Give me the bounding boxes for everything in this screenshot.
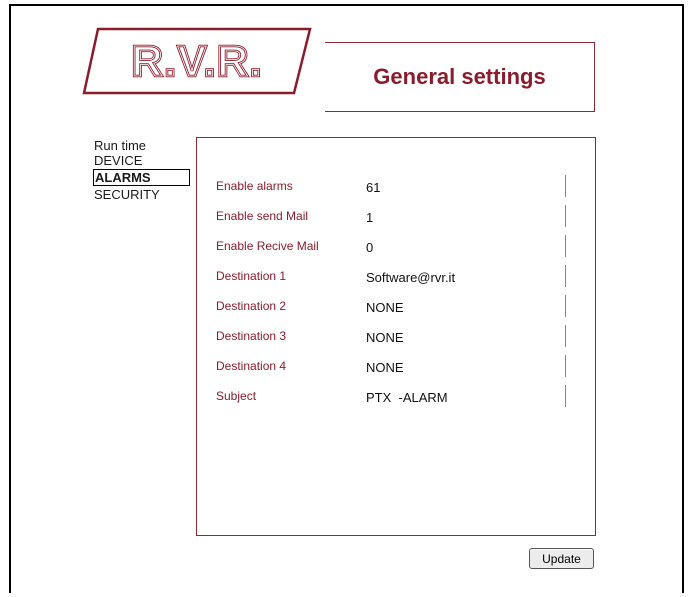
row-subject: Subject PTX -ALARM	[216, 385, 576, 407]
row-enable-receive-mail: Enable Recive Mail 0	[216, 235, 576, 257]
row-destination-1: Destination 1 Software@rvr.it	[216, 265, 576, 287]
field-separator	[565, 235, 566, 257]
field-separator	[565, 175, 566, 197]
row-destination-2: Destination 2 NONE	[216, 295, 576, 317]
field-separator	[565, 325, 566, 347]
svg-text:R.V.R.: R.V.R.	[131, 37, 263, 86]
enable-alarms-field[interactable]: 61	[366, 180, 380, 195]
field-separator	[565, 265, 566, 287]
title-box: General settings	[325, 42, 595, 112]
row-destination-4: Destination 4 NONE	[216, 355, 576, 377]
field-separator	[565, 385, 566, 407]
page-title: General settings	[373, 64, 546, 89]
destination-4-field[interactable]: NONE	[366, 360, 404, 375]
enable-send-mail-field[interactable]: 1	[366, 210, 373, 225]
field-separator	[565, 355, 566, 377]
alarm-settings-panel: Enable alarms 61 Enable send Mail 1 Enab…	[196, 137, 596, 536]
field-label: Destination 3	[216, 329, 287, 343]
field-label: Destination 2	[216, 299, 287, 313]
enable-receive-mail-field[interactable]: 0	[366, 240, 373, 255]
field-label: Enable alarms	[216, 179, 293, 193]
destination-3-field[interactable]: NONE	[366, 330, 404, 345]
rvr-logo: R.V.R. R.V.R.	[82, 27, 312, 95]
field-label: Destination 1	[216, 269, 287, 283]
update-button[interactable]: Update	[529, 548, 594, 569]
field-label: Subject	[216, 389, 257, 403]
destination-1-field[interactable]: Software@rvr.it	[366, 270, 455, 285]
field-label: Destination 4	[216, 359, 287, 373]
nav-item-device[interactable]: DEVICE	[93, 153, 193, 168]
field-separator	[565, 205, 566, 227]
destination-2-field[interactable]: NONE	[366, 300, 404, 315]
row-destination-3: Destination 3 NONE	[216, 325, 576, 347]
nav-item-run-time[interactable]: Run time	[93, 138, 193, 153]
field-separator	[565, 295, 566, 317]
row-enable-alarms: Enable alarms 61	[216, 175, 576, 197]
field-label: Enable Recive Mail	[216, 239, 319, 253]
nav-item-security[interactable]: SECURITY	[93, 187, 193, 202]
field-label: Enable send Mail	[216, 209, 309, 223]
subject-field[interactable]: PTX -ALARM	[366, 390, 448, 405]
sidebar-nav: Run time DEVICE ALARMS SECURITY	[93, 138, 193, 202]
nav-item-alarms[interactable]: ALARMS	[93, 169, 190, 186]
row-enable-send-mail: Enable send Mail 1	[216, 205, 576, 227]
